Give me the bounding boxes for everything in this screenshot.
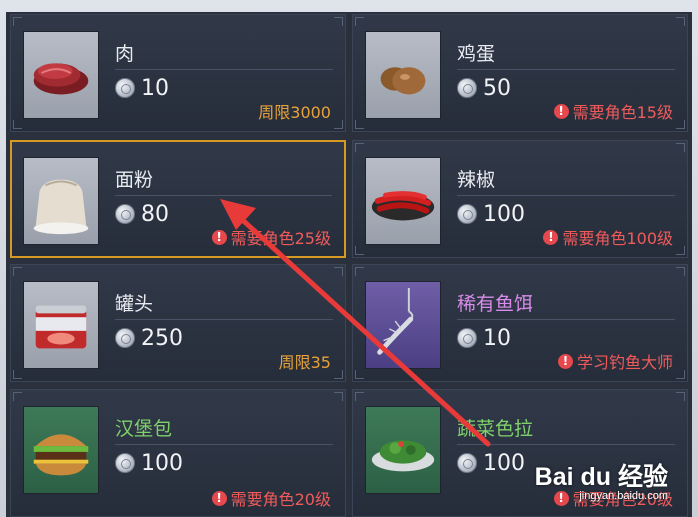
item-name: 蔬菜色拉 [457,418,534,440]
weekly-limit-label: 周限3000 [258,103,331,122]
level-requirement-label: ! 需要角色25级 [211,225,331,249]
item-price: 100 [483,201,525,227]
silver-coin-icon [457,78,477,98]
canned-food-icon [23,281,99,369]
warning-icon: ! [211,490,227,506]
silver-coin-icon [457,204,477,224]
item-name: 肉 [115,43,135,65]
baidu-jingyan-watermark: Bai du 经验 jingyan.baidu.com [516,457,686,509]
shop-item-chili[interactable]: 辣椒 100 ! 需要角色100级 [352,140,688,258]
item-price: 100 [141,450,183,476]
warning-icon: ! [557,353,573,369]
silver-coin-icon [115,78,135,98]
silver-coin-icon [115,453,135,473]
burger-icon [23,406,99,494]
watermark-url: jingyan.baidu.com [579,490,668,502]
shop-item-flour[interactable]: 面粉 80 ! 需要角色25级 [10,140,346,258]
silver-coin-icon [115,204,135,224]
level-requirement-label: ! 需要角色15级 [553,99,673,123]
warning-icon: ! [553,103,569,119]
fish-bait-icon [365,281,441,369]
item-name: 汉堡包 [115,418,173,440]
shop-item-burger[interactable]: 汉堡包 100 ! 需要角色20级 [10,389,346,517]
shop-item-meat[interactable]: 肉 10 周限3000 [10,14,346,132]
skill-requirement-label: ! 学习钓鱼大师 [557,349,673,373]
item-price: 50 [483,75,511,101]
flour-sack-icon [23,157,99,245]
shop-item-egg[interactable]: 鸡蛋 50 ! 需要角色15级 [352,14,688,132]
silver-coin-icon [457,328,477,348]
item-name: 鸡蛋 [457,43,496,65]
item-price: 10 [483,325,511,351]
item-price: 80 [141,201,169,227]
item-name: 稀有鱼饵 [457,293,534,315]
meat-icon [23,31,99,119]
item-name: 面粉 [115,169,154,191]
silver-coin-icon [115,328,135,348]
watermark-logo: Bai du 经验 [534,463,668,491]
chili-pepper-icon [365,157,441,245]
warning-icon: ! [543,229,559,245]
silver-coin-icon [457,453,477,473]
item-name: 罐头 [115,293,154,315]
level-requirement-label: ! 需要角色100级 [543,225,673,249]
item-price: 250 [141,325,183,351]
item-name: 辣椒 [457,169,496,191]
egg-icon [365,31,441,119]
weekly-limit-label: 周限35 [278,353,331,372]
item-price: 10 [141,75,169,101]
salad-icon [365,406,441,494]
level-requirement-label: ! 需要角色20级 [211,486,331,510]
shop-item-rare-bait[interactable]: 稀有鱼饵 10 ! 学习钓鱼大师 [352,264,688,382]
warning-icon: ! [211,229,227,245]
shop-panel: 肉 10 周限3000 鸡蛋 50 ! 需要角色15级 面粉 80 ! 需要角色… [6,12,692,517]
shop-item-canned-food[interactable]: 罐头 250 周限35 [10,264,346,382]
